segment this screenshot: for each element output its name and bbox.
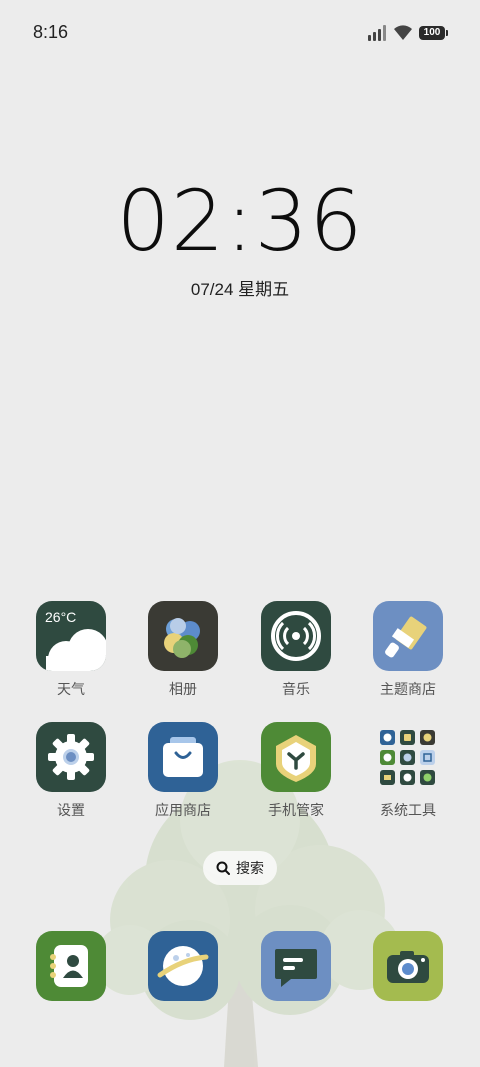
weather-icon: 26°C — [36, 601, 106, 671]
dock-messages[interactable] — [246, 931, 346, 1001]
dock-browser[interactable] — [133, 931, 233, 1001]
search-icon — [216, 861, 230, 875]
browser-icon — [148, 931, 218, 1001]
settings-icon — [36, 722, 106, 792]
phone-manager-icon — [261, 722, 331, 792]
status-bar: 8:16 100 — [0, 0, 480, 68]
app-settings[interactable]: 设置 — [21, 722, 121, 820]
home-clock-time[interactable]: 02:36 — [0, 172, 480, 270]
app-label: 主题商店 — [380, 681, 436, 697]
gallery-icon — [148, 601, 218, 671]
cellular-signal-icon — [368, 25, 386, 41]
app-label: 系统工具 — [380, 802, 436, 818]
app-store-icon — [148, 722, 218, 792]
music-icon — [261, 601, 331, 671]
search-label: 搜索 — [236, 860, 264, 876]
app-app-store[interactable]: 应用商店 — [133, 722, 233, 820]
home-clock-date: 07/24 星期五 — [190, 280, 290, 299]
system-tools-folder-icon — [373, 722, 443, 792]
folder-system-tools[interactable]: 系统工具 — [358, 722, 458, 820]
app-label: 相册 — [169, 681, 197, 697]
battery-indicator: 100 — [419, 26, 445, 40]
app-gallery[interactable]: 相册 — [133, 601, 233, 699]
search-button[interactable]: 搜索 — [203, 851, 277, 885]
app-music[interactable]: 音乐 — [246, 601, 346, 699]
status-time: 8:16 — [33, 22, 69, 42]
wallpaper-tree — [95, 760, 400, 1067]
app-label: 音乐 — [282, 681, 310, 697]
theme-store-icon — [373, 601, 443, 671]
messages-icon — [261, 931, 331, 1001]
dock-contacts[interactable] — [21, 931, 121, 1001]
app-label: 手机管家 — [268, 802, 324, 818]
app-theme-store[interactable]: 主题商店 — [358, 601, 458, 699]
battery-tip — [446, 30, 448, 36]
wifi-icon — [394, 25, 412, 40]
app-label: 设置 — [57, 802, 85, 818]
app-weather[interactable]: 26°C 天气 — [21, 601, 121, 699]
app-label: 天气 — [57, 681, 85, 697]
app-phone-manager[interactable]: 手机管家 — [246, 722, 346, 820]
dock-camera[interactable] — [358, 931, 458, 1001]
app-label: 应用商店 — [155, 802, 211, 818]
camera-icon — [373, 931, 443, 1001]
contacts-icon — [36, 931, 106, 1001]
